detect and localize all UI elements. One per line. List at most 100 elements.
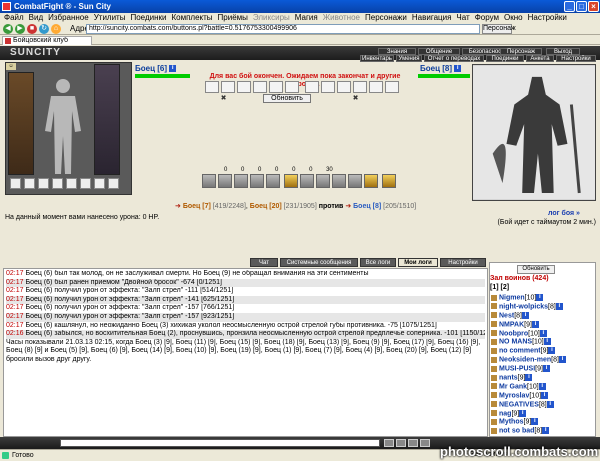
topnav-item-1[interactable]: Общение	[418, 48, 460, 55]
tab-system-messages[interactable]: Системные сообщения	[280, 258, 358, 267]
skill-slot-1[interactable]	[202, 174, 216, 188]
maximize-button[interactable]: □	[576, 1, 587, 12]
skill-slot-7[interactable]	[300, 174, 314, 188]
player-item[interactable]: Myroslav[10] i	[491, 391, 595, 401]
menu-item-9[interactable]: Животное	[323, 13, 360, 22]
menu-item-0[interactable]: Файл	[4, 13, 24, 22]
players-pager[interactable]: [1] [2]	[490, 284, 509, 292]
tab-my-logs[interactable]: Мои логи	[398, 258, 438, 267]
strike-slot-2[interactable]	[221, 81, 235, 93]
minimize-button[interactable]: _	[564, 1, 575, 12]
skill-slot-6[interactable]	[284, 174, 298, 188]
info-icon[interactable]: i	[539, 329, 547, 337]
menu-item-12[interactable]: Чат	[456, 13, 469, 22]
menu-item-6[interactable]: Приёмы	[218, 13, 248, 22]
forward-icon[interactable]: ▶	[15, 24, 25, 34]
player-item[interactable]: Mythos[9] i	[491, 418, 595, 427]
menu-item-5[interactable]: Комплекты	[171, 13, 212, 22]
info-icon[interactable]: i	[538, 382, 546, 390]
strike-slot-12[interactable]	[385, 81, 399, 93]
info-icon[interactable]: i	[531, 418, 539, 426]
info-icon[interactable]: i	[555, 302, 563, 310]
skill-slot-10[interactable]	[348, 174, 362, 188]
player-item[interactable]: Nigmen[10] i	[491, 294, 595, 303]
player-item[interactable]: NEGATIVES[8] i	[491, 400, 595, 410]
tab-chat[interactable]: Чат	[250, 258, 278, 267]
skill-slot-9[interactable]	[332, 174, 346, 188]
chat-filter-button[interactable]	[420, 439, 430, 447]
subnav-item-2[interactable]: Отчет о переводах	[424, 55, 484, 62]
ring-slot-8[interactable]	[108, 178, 119, 189]
strike-slot-9[interactable]	[337, 81, 351, 93]
info-icon[interactable]: i	[454, 65, 462, 73]
menu-item-3[interactable]: Утилиты	[94, 13, 126, 22]
battle-log-link[interactable]: лог боя »	[548, 210, 580, 218]
skill-slot-11[interactable]	[364, 174, 378, 188]
player-item[interactable]: no comment[9] i	[491, 347, 595, 356]
menu-item-14[interactable]: Окно	[504, 13, 523, 22]
subnav-item-5[interactable]: Настройки	[556, 55, 596, 62]
back-icon[interactable]: ◀	[3, 24, 13, 34]
strike-slot-5[interactable]	[269, 81, 283, 93]
topnav-item-3[interactable]: Персонаж	[500, 48, 542, 55]
tab-log-settings[interactable]: Настройки	[440, 258, 486, 267]
menu-item-11[interactable]: Навигация	[412, 13, 452, 22]
player-item[interactable]: NMPAK[9] i	[491, 320, 595, 330]
skill-slot-2[interactable]	[218, 174, 232, 188]
update-players-button[interactable]: Обновить	[517, 265, 555, 274]
enemy-name[interactable]: Боец [8] i	[420, 64, 462, 73]
refresh-icon[interactable]: ↻	[39, 24, 49, 34]
info-icon[interactable]: i	[536, 294, 544, 301]
info-icon[interactable]: i	[542, 365, 550, 373]
subnav-item-1[interactable]: Умения	[396, 55, 422, 62]
strike-slot-11[interactable]	[369, 81, 383, 93]
info-icon[interactable]: i	[548, 347, 556, 355]
menu-item-8[interactable]: Магия	[295, 13, 318, 22]
info-icon[interactable]: i	[169, 65, 177, 73]
team-right-fighter[interactable]: Боец [8]	[353, 203, 381, 210]
right-items-column[interactable]	[94, 64, 120, 175]
player-item[interactable]: nag[9] i	[491, 409, 595, 419]
info-icon[interactable]: i	[541, 391, 549, 399]
menu-item-1[interactable]: Вид	[29, 13, 43, 22]
menu-item-15[interactable]: Настройки	[528, 13, 567, 22]
ring-slot-1[interactable]	[10, 178, 21, 189]
subnav-item-4[interactable]: Анкета	[526, 55, 554, 62]
info-icon[interactable]: i	[543, 338, 551, 346]
stop-icon[interactable]: ■	[27, 24, 37, 34]
subnav-item-0[interactable]: Инвентарь	[360, 55, 394, 62]
menu-item-10[interactable]: Персонажи	[365, 13, 407, 22]
address-input[interactable]: http://suncity.combats.com/buttons.pl?ba…	[86, 24, 480, 34]
battle-log[interactable]: 02:17 Боец (6) был так молод, он не засл…	[3, 268, 488, 437]
avatar[interactable]: ☺	[6, 63, 16, 70]
info-icon[interactable]: i	[542, 427, 550, 435]
info-icon[interactable]: i	[519, 409, 527, 417]
strike-slot-3[interactable]	[237, 81, 251, 93]
refresh-battle-button[interactable]: Обновить	[263, 94, 311, 103]
menu-item-7[interactable]: Эликсиры	[253, 13, 290, 22]
tab-fightclub[interactable]: Бойцовский клуб	[2, 36, 92, 45]
player-item[interactable]: not so bad[8] i	[491, 427, 595, 436]
chat-send-button[interactable]	[384, 439, 394, 447]
chat-smile-button[interactable]	[408, 439, 418, 447]
player-item[interactable]: nants[9] i	[491, 374, 595, 383]
info-icon[interactable]: i	[558, 356, 566, 364]
strike-slot-4[interactable]	[253, 81, 267, 93]
strike-slot-8[interactable]	[321, 81, 335, 93]
info-icon[interactable]: i	[525, 374, 533, 382]
home-icon[interactable]: ⌂	[51, 24, 61, 34]
menu-item-2[interactable]: Избранное	[48, 13, 89, 22]
skill-slot-3[interactable]	[234, 174, 248, 188]
close-button[interactable]: ×	[588, 1, 599, 12]
info-icon[interactable]: i	[546, 400, 554, 408]
fighter-name[interactable]: Боец [6] i	[135, 64, 177, 73]
ring-slot-5[interactable]	[66, 178, 77, 189]
skill-slot-12[interactable]	[382, 174, 396, 188]
info-icon[interactable]: i	[521, 311, 529, 319]
ring-slot-7[interactable]	[94, 178, 105, 189]
go-button[interactable]: Персонаж	[482, 24, 516, 34]
strike-slot-6[interactable]	[285, 81, 299, 93]
ring-slot-6[interactable]	[80, 178, 91, 189]
strike-slot-7[interactable]	[305, 81, 319, 93]
menu-item-4[interactable]: Поединки	[130, 13, 166, 22]
